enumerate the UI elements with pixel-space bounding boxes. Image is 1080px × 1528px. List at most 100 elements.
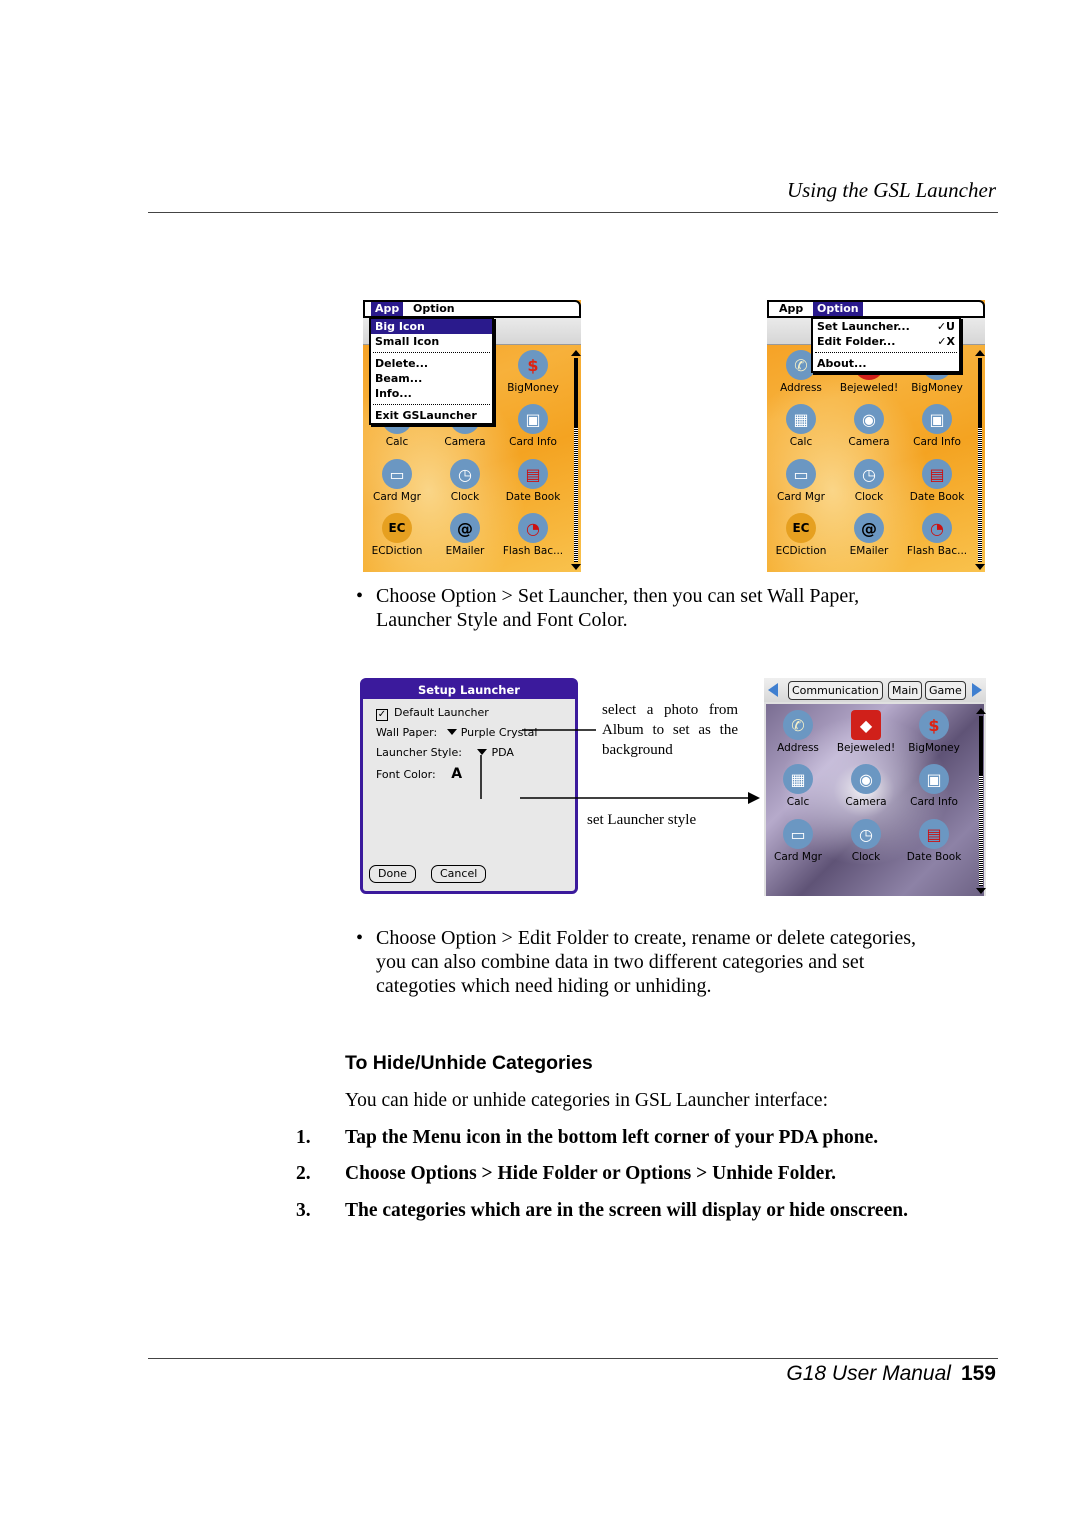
launcher-style-picker[interactable]: PDA: [465, 746, 514, 759]
app-dropdown-menu: Big Icon Small Icon Delete... Beam... In…: [369, 317, 494, 425]
app-label: Card Mgr: [373, 491, 421, 503]
tab-left-arrow-icon[interactable]: [768, 683, 778, 697]
checkbox-label: Default Launcher: [394, 706, 489, 719]
app-ecdiction[interactable]: EC ECDiction: [363, 513, 431, 557]
app-date-book[interactable]: ▤ Date Book: [903, 459, 971, 503]
app-label: BigMoney: [908, 742, 960, 754]
cancel-button[interactable]: Cancel: [431, 865, 487, 883]
scrollbar[interactable]: [571, 350, 581, 570]
camera-icon: ◉: [851, 764, 881, 794]
scroll-thumb[interactable]: [978, 358, 982, 428]
section-heading: To Hide/Unhide Categories: [345, 1052, 593, 1074]
dictionary-icon: EC: [382, 513, 412, 543]
menu-item-info[interactable]: Info...: [371, 386, 492, 401]
menu-item-beam[interactable]: Beam...: [371, 371, 492, 386]
app-card-info[interactable]: ▣ Card Info: [900, 764, 968, 808]
app-bigmoney[interactable]: $ BigMoney: [900, 710, 968, 754]
app-label: BigMoney: [507, 382, 559, 394]
menu-item-exit[interactable]: Exit GSLauncher: [371, 408, 492, 423]
app-label: Card Mgr: [777, 491, 825, 503]
card-info-icon: ▣: [922, 404, 952, 434]
menu-item-small-icon[interactable]: Small Icon: [371, 334, 492, 349]
app-label: BigMoney: [911, 382, 963, 394]
menu-app[interactable]: App: [775, 302, 807, 316]
scroll-down-arrow-icon[interactable]: [975, 564, 985, 570]
phone-icon: ✆: [783, 710, 813, 740]
app-card-mgr[interactable]: ▭ Card Mgr: [363, 459, 431, 503]
app-emailer[interactable]: @ EMailer: [431, 513, 499, 557]
app-flash-backup[interactable]: ◔ Flash Bac...: [903, 513, 971, 557]
app-label: Calc: [789, 436, 813, 448]
app-calc[interactable]: ▦ Calc: [767, 404, 835, 448]
app-ecdiction[interactable]: EC ECDiction: [767, 513, 835, 557]
screenshot-app-menu: App Option $ BigMoney ▦ Calc ◉ Camera ▣ …: [363, 300, 581, 572]
step-number: 1.: [296, 1127, 311, 1148]
app-bigmoney[interactable]: $ BigMoney: [499, 350, 567, 394]
app-address[interactable]: ✆ Address: [764, 710, 832, 754]
app-card-mgr[interactable]: ▭ Card Mgr: [767, 459, 835, 503]
scrollbar[interactable]: [976, 708, 986, 894]
font-color-picker[interactable]: A: [451, 766, 462, 782]
step-text: Choose Options > Hide Folder or Options …: [345, 1163, 837, 1184]
scrollbar[interactable]: [975, 350, 985, 570]
scroll-thumb[interactable]: [574, 358, 578, 428]
app-clock[interactable]: ◷ Clock: [431, 459, 499, 503]
launcher-style-value: PDA: [491, 746, 514, 759]
menu-item-big-icon[interactable]: Big Icon: [371, 319, 492, 334]
bullet-dot: •: [356, 927, 364, 949]
app-label: Clock: [854, 491, 884, 503]
section-intro: You can hide or unhide categories in GSL…: [345, 1090, 829, 1111]
tab-game[interactable]: Game: [925, 681, 966, 700]
app-flash-backup[interactable]: ◔ Flash Bac...: [499, 513, 567, 557]
alarm-clock-icon: ◷: [450, 459, 480, 489]
callout-text: background: [602, 742, 673, 758]
card-manager-icon: ▭: [382, 459, 412, 489]
app-date-book[interactable]: ▤ Date Book: [499, 459, 567, 503]
app-emailer[interactable]: @ EMailer: [835, 513, 903, 557]
app-clock[interactable]: ◷ Clock: [832, 819, 900, 863]
scroll-up-arrow-icon[interactable]: [571, 350, 581, 356]
menu-item-delete[interactable]: Delete...: [371, 356, 492, 371]
done-button[interactable]: Done: [369, 865, 416, 883]
menu-app[interactable]: App: [371, 302, 404, 316]
step-number: 2.: [296, 1163, 311, 1184]
menu-item-about[interactable]: About...: [813, 356, 959, 371]
app-card-mgr[interactable]: ▭ Card Mgr: [764, 819, 832, 863]
app-date-book[interactable]: ▤ Date Book: [900, 819, 968, 863]
app-label: EMailer: [445, 545, 485, 557]
alarm-clock-icon: ◷: [854, 459, 884, 489]
menu-bar: App Option: [363, 300, 581, 318]
menu-option[interactable]: Option: [409, 302, 459, 316]
screenshot-purple-launcher: Communication Main Game ✆ Address ◆ Beje…: [764, 678, 986, 896]
app-label: ECDiction: [775, 545, 827, 557]
launcher-style-label: Launcher Style:: [376, 746, 462, 759]
app-clock[interactable]: ◷ Clock: [835, 459, 903, 503]
page-footer: G18 User Manual 159: [786, 1362, 996, 1386]
style-callout-connector: [480, 755, 482, 799]
app-camera[interactable]: ◉ Camera: [832, 764, 900, 808]
menu-item-edit-folder[interactable]: Edit Folder... ✓X: [813, 334, 959, 349]
scroll-down-arrow-icon[interactable]: [571, 564, 581, 570]
callout-text: Album to set as the: [602, 722, 738, 738]
menu-item-set-launcher[interactable]: Set Launcher... ✓U: [813, 319, 959, 334]
wallpaper-row: Wall Paper: Purple Crystal: [376, 726, 537, 739]
app-label: Clock: [851, 851, 881, 863]
app-calc[interactable]: ▦ Calc: [764, 764, 832, 808]
scroll-up-arrow-icon[interactable]: [976, 708, 986, 714]
option-dropdown-menu: Set Launcher... ✓U Edit Folder... ✓X Abo…: [811, 317, 961, 373]
scroll-up-arrow-icon[interactable]: [975, 350, 985, 356]
app-card-info[interactable]: ▣ Card Info: [499, 404, 567, 448]
tab-communication[interactable]: Communication: [788, 681, 883, 700]
menu-option[interactable]: Option: [813, 302, 863, 316]
app-bejeweled[interactable]: ◆ Bejeweled!: [832, 710, 900, 754]
tab-main[interactable]: Main: [888, 681, 923, 700]
step-number: 3.: [296, 1200, 311, 1221]
card-manager-icon: ▭: [783, 819, 813, 849]
launcher-style-row: Launcher Style: PDA: [376, 746, 514, 759]
scroll-thumb[interactable]: [979, 716, 983, 776]
default-launcher-checkbox[interactable]: ✓ Default Launcher: [376, 706, 489, 721]
app-camera[interactable]: ◉ Camera: [835, 404, 903, 448]
app-card-info[interactable]: ▣ Card Info: [903, 404, 971, 448]
scroll-down-arrow-icon[interactable]: [976, 888, 986, 894]
tab-right-arrow-icon[interactable]: [972, 683, 982, 697]
